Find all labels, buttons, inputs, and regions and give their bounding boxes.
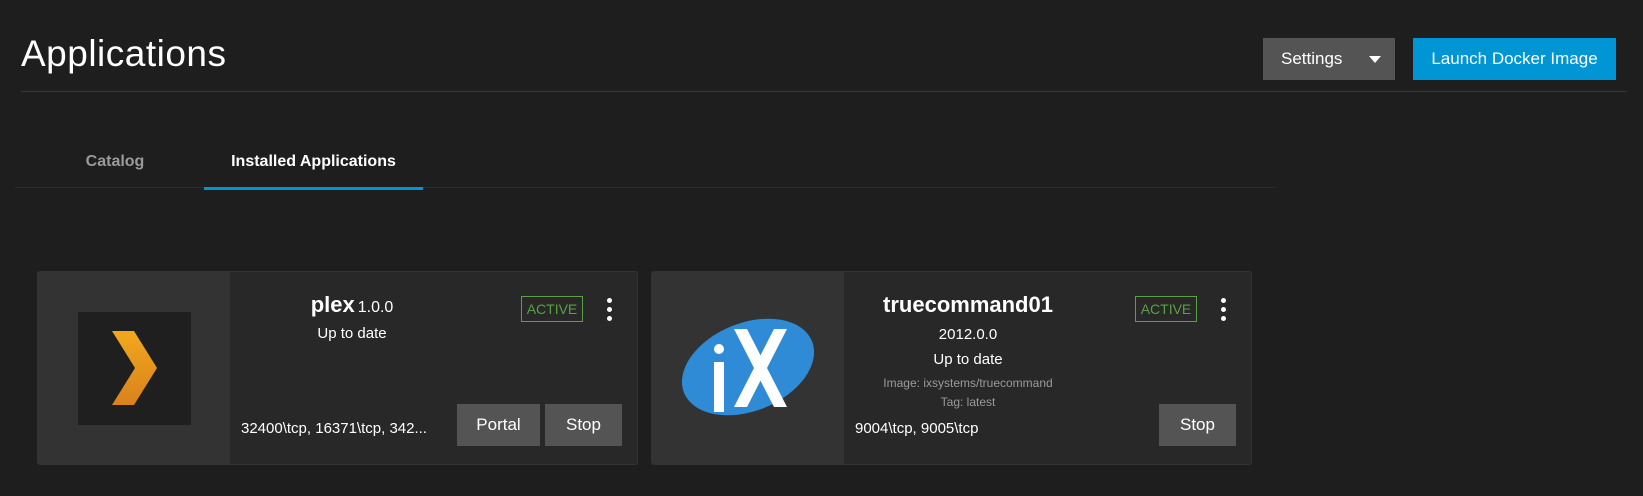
app-logo-area <box>652 272 844 464</box>
active-tab-indicator <box>204 187 423 190</box>
app-image: Image: ixsystems/truecommand <box>883 376 1053 390</box>
tab-installed-applications[interactable]: Installed Applications <box>204 136 423 190</box>
ix-logo-icon <box>679 307 817 434</box>
update-status: Up to date <box>317 325 387 342</box>
app-tag: Tag: latest <box>940 395 996 409</box>
stop-button[interactable]: Stop <box>545 404 622 446</box>
app-card-truecommand01: truecommand01 2012.0.0 Up to date Image:… <box>651 271 1252 465</box>
page-title: Applications <box>21 33 227 74</box>
caret-down-icon <box>1369 56 1381 63</box>
more-options-icon[interactable] <box>599 298 619 322</box>
launch-docker-image-button[interactable]: Launch Docker Image <box>1413 38 1616 80</box>
app-title: plex 1.0.0 <box>230 292 474 318</box>
app-version: 2012.0.0 <box>938 326 998 343</box>
app-name: plex <box>310 292 355 317</box>
app-logo-area <box>38 272 230 464</box>
tab-catalog[interactable]: Catalog <box>15 136 215 188</box>
app-name: truecommand01 <box>883 292 1053 317</box>
status-badge: ACTIVE <box>1135 296 1197 322</box>
app-card-plex: plex 1.0.0 Up to date ACTIVE 32400\tcp, 1… <box>37 271 638 465</box>
app-version: 1.0.0 <box>357 299 394 316</box>
update-status: Up to date <box>933 351 1003 368</box>
app-ports: 9004\tcp, 9005\tcp <box>855 420 979 437</box>
settings-dropdown-button[interactable]: Settings <box>1263 38 1395 80</box>
tab-installed-label: Installed Applications <box>231 153 396 170</box>
app-title: truecommand01 <box>844 292 1092 318</box>
status-badge: ACTIVE <box>521 296 583 322</box>
settings-label: Settings <box>1281 49 1343 68</box>
applications-page: Applications Settings Launch Docker Imag… <box>0 0 1643 496</box>
app-ports: 32400\tcp, 16371\tcp, 342... <box>241 420 427 437</box>
plex-chevron-icon <box>78 312 191 425</box>
stop-button[interactable]: Stop <box>1159 404 1236 446</box>
app-tabs: Catalog Installed Applications <box>15 136 1275 190</box>
header-divider <box>21 91 1626 92</box>
more-options-icon[interactable] <box>1213 298 1233 322</box>
portal-button[interactable]: Portal <box>457 404 540 446</box>
